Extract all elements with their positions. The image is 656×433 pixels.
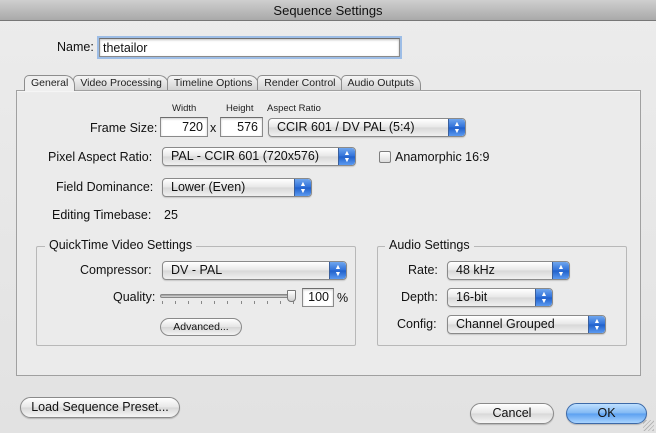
quality-label: Quality: bbox=[113, 290, 156, 304]
rate-value: 48 kHz bbox=[456, 263, 495, 277]
times-sign: x bbox=[210, 121, 217, 135]
load-sequence-preset-button[interactable]: Load Sequence Preset... bbox=[20, 397, 180, 418]
compressor-label: Compressor: bbox=[80, 263, 152, 277]
quicktime-settings-title: QuickTime Video Settings bbox=[45, 238, 197, 252]
quality-field[interactable]: 100 bbox=[302, 288, 334, 307]
depth-value: 16-bit bbox=[456, 290, 488, 304]
aspect-ratio-popup[interactable]: CCIR 601 / DV PAL (5:4) ▲ ▼ bbox=[268, 118, 466, 137]
config-label: Config: bbox=[397, 317, 437, 331]
field-dominance-label: Field Dominance: bbox=[56, 180, 154, 194]
tab-render-control[interactable]: Render Control bbox=[257, 75, 343, 91]
tab-video-processing[interactable]: Video Processing bbox=[73, 75, 169, 91]
up-down-arrows-icon: ▲ ▼ bbox=[448, 119, 465, 136]
quality-unit: % bbox=[337, 291, 349, 305]
height-heading: Height bbox=[226, 103, 254, 114]
rate-popup[interactable]: 48 kHz ▲ ▼ bbox=[447, 261, 570, 280]
quality-slider-thumb[interactable] bbox=[287, 290, 296, 302]
frame-size-label: Frame Size: bbox=[90, 121, 158, 135]
name-label: Name: bbox=[57, 40, 94, 54]
anamorphic-checkbox[interactable] bbox=[379, 151, 391, 163]
name-field[interactable]: thetailor bbox=[97, 36, 402, 59]
rate-label: Rate: bbox=[408, 263, 438, 277]
advanced-button[interactable]: Advanced... bbox=[160, 318, 242, 336]
editing-timebase-label: Editing Timebase: bbox=[52, 208, 152, 222]
tab-bar: General Video Processing Timeline Option… bbox=[24, 75, 422, 91]
quality-slider-track[interactable] bbox=[160, 294, 296, 298]
tab-timeline-options[interactable]: Timeline Options bbox=[166, 75, 260, 91]
config-value: Channel Grouped bbox=[456, 317, 555, 331]
aspect-ratio-heading: Aspect Ratio bbox=[267, 103, 321, 114]
anamorphic-label: Anamorphic 16:9 bbox=[395, 150, 490, 164]
width-field[interactable]: 720 bbox=[160, 117, 208, 137]
sequence-settings-window: Sequence Settings Name: thetailor Genera… bbox=[0, 0, 656, 433]
pixel-aspect-value: PAL - CCIR 601 (720x576) bbox=[171, 149, 319, 163]
cancel-button[interactable]: Cancel bbox=[470, 403, 554, 424]
aspect-ratio-value: CCIR 601 / DV PAL (5:4) bbox=[277, 120, 415, 134]
up-down-arrows-icon: ▲ ▼ bbox=[588, 316, 605, 333]
audio-settings-title: Audio Settings bbox=[385, 238, 474, 252]
pixel-aspect-popup[interactable]: PAL - CCIR 601 (720x576) ▲ ▼ bbox=[162, 147, 356, 166]
depth-label: Depth: bbox=[401, 290, 438, 304]
tab-general[interactable]: General bbox=[24, 75, 76, 91]
field-dominance-popup[interactable]: Lower (Even) ▲ ▼ bbox=[162, 178, 312, 197]
up-down-arrows-icon: ▲ ▼ bbox=[338, 148, 355, 165]
quality-slider-ticks bbox=[162, 301, 294, 305]
field-dominance-value: Lower (Even) bbox=[171, 180, 246, 194]
config-popup[interactable]: Channel Grouped ▲ ▼ bbox=[447, 315, 606, 334]
depth-popup[interactable]: 16-bit ▲ ▼ bbox=[447, 288, 553, 307]
ok-button[interactable]: OK bbox=[566, 403, 647, 424]
pixel-aspect-label: Pixel Aspect Ratio: bbox=[48, 150, 153, 164]
compressor-value: DV - PAL bbox=[171, 263, 223, 277]
up-down-arrows-icon: ▲ ▼ bbox=[329, 262, 346, 279]
window-title: Sequence Settings bbox=[0, 0, 656, 21]
width-heading: Width bbox=[172, 103, 197, 114]
resize-grip-icon[interactable] bbox=[643, 420, 654, 431]
tab-audio-outputs[interactable]: Audio Outputs bbox=[340, 75, 422, 91]
up-down-arrows-icon: ▲ ▼ bbox=[294, 179, 311, 196]
up-down-arrows-icon: ▲ ▼ bbox=[552, 262, 569, 279]
compressor-popup[interactable]: DV - PAL ▲ ▼ bbox=[162, 261, 347, 280]
editing-timebase-value: 25 bbox=[164, 208, 178, 222]
height-field[interactable]: 576 bbox=[220, 117, 263, 137]
up-down-arrows-icon: ▲ ▼ bbox=[535, 289, 552, 306]
